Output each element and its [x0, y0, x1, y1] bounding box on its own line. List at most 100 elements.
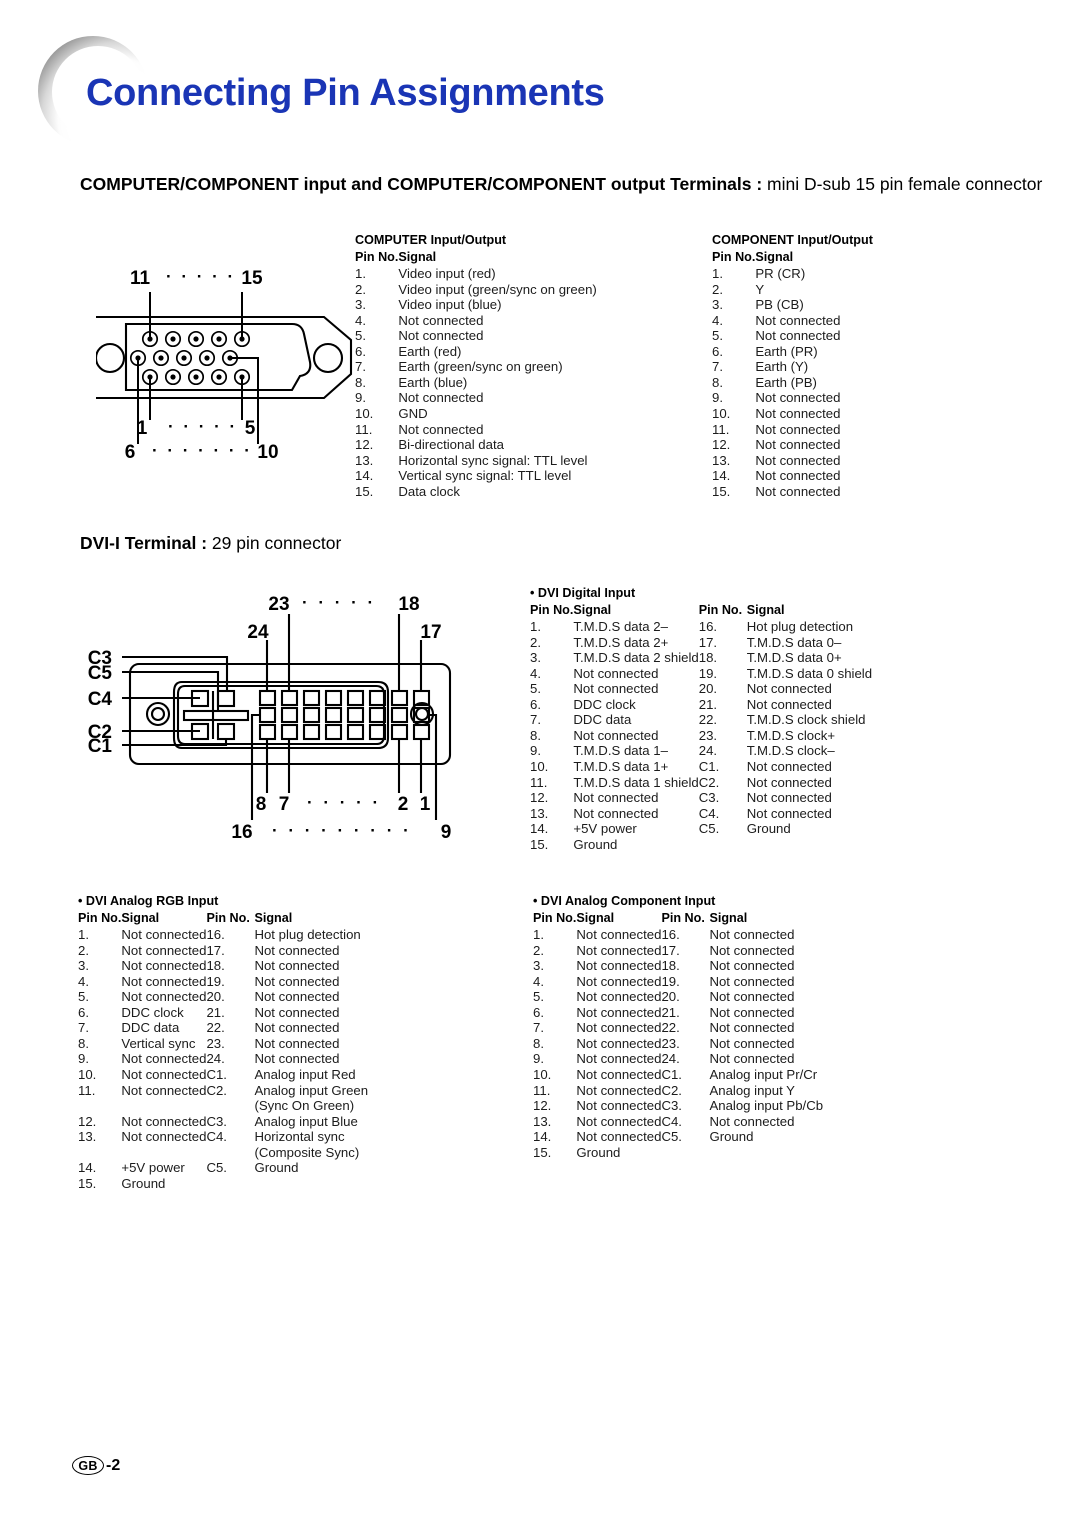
- table-header-row: Pin No. Signal Pin No. Signal: [533, 911, 823, 928]
- dsub-dots-top: · · · · ·: [166, 267, 236, 286]
- cell-signal: Analog input Red: [254, 1067, 356, 1083]
- cell-signal: Not connected: [709, 927, 795, 943]
- section-heading-bold: DVI-I Terminal :: [80, 533, 208, 553]
- cell-signal: T.M.D.S data 1 shield: [573, 774, 699, 790]
- cell-pin-no: 14.: [712, 468, 731, 484]
- cell-pin-no: 12.: [533, 1098, 552, 1114]
- cell-signal: Horizontal sync signal: TTL level: [398, 452, 588, 468]
- cell-signal: Not connected: [573, 727, 659, 743]
- table-row: 8. Earth (PB): [712, 375, 840, 391]
- cell-signal: Not connected: [576, 1020, 662, 1036]
- table-row: 4. Not connected 19. Not connected: [78, 974, 368, 990]
- cell-signal: Not connected: [576, 1067, 662, 1083]
- table-row: 12. Bi-directional data: [355, 437, 597, 453]
- table-row: 5. Not connected: [712, 328, 840, 344]
- cell-pin-no: 21.: [206, 1004, 225, 1020]
- cell-signal: Not connected: [755, 328, 841, 344]
- page-title: Connecting Pin Assignments: [86, 72, 605, 114]
- cell-pin-no: 10.: [533, 1067, 552, 1083]
- header-signal: Signal: [573, 602, 612, 617]
- cell-signal: Ground: [121, 1175, 166, 1191]
- cell-signal: Not connected: [746, 805, 832, 821]
- cell-signal: Horizontal sync: [254, 1129, 345, 1145]
- table-row: 14. Not connected C5. Ground: [533, 1129, 823, 1145]
- table-body: 1. T.M.D.S data 2– 16. Hot plug detection 2.…: [530, 619, 872, 852]
- cell-pin-no: 3.: [533, 958, 544, 974]
- cell-signal: Not connected: [709, 1020, 795, 1036]
- table-row: 3. T.M.D.S data 2 shield 18. T.M.D.S data 0…: [530, 650, 872, 666]
- cell-signal: Not connected: [709, 1035, 795, 1051]
- cell-signal: Vertical sync: [121, 1035, 196, 1051]
- cell-pin-no: 12.: [530, 790, 549, 806]
- cell-pin-no: 5.: [78, 989, 89, 1005]
- cell-pin-no: 4.: [530, 665, 541, 681]
- d-sub-15-svg: 11 15 1 5 6 10 · · · · · · · · · · · · ·…: [96, 267, 353, 462]
- dvi-label-8: 8: [256, 794, 267, 815]
- cell-pin-no: 8.: [712, 374, 723, 390]
- dvi-label-18: 18: [398, 594, 419, 615]
- cell-pin-no: 18.: [698, 650, 718, 666]
- dvi-label-c4: C4: [88, 689, 113, 710]
- table-header-row: Pin No. Signal: [355, 250, 597, 267]
- table-row: 1. Video input (red): [355, 266, 597, 282]
- table-row: 10. T.M.D.S data 1+ C1. Not connected: [530, 759, 872, 775]
- table-title: COMPONENT Input/Output: [712, 233, 873, 247]
- section-heading-normal: 29 pin connector: [207, 533, 342, 553]
- cell-pin-no: 2.: [78, 942, 89, 958]
- table-row: 14. Not connected: [712, 468, 840, 484]
- cell-signal: T.M.D.S clock shield: [746, 712, 866, 728]
- cell-pin-no: 22.: [661, 1020, 680, 1036]
- cell-signal: T.M.D.S data 2 shield: [573, 650, 699, 666]
- cell-pin-no: [78, 1145, 121, 1161]
- cell-signal: T.M.D.S data 0–: [746, 634, 842, 650]
- table-dvi-analog-component-input: DVI Analog Component Input Pin No. Signa…: [533, 894, 823, 1160]
- cell-pin-no: C1.: [698, 759, 720, 775]
- cell-signal: Not connected: [121, 958, 207, 974]
- table-row: 10. GND: [355, 406, 597, 422]
- cell-pin-no: 16.: [698, 619, 718, 635]
- cell-signal: PR (CR): [755, 266, 806, 282]
- cell-signal: Not connected: [573, 805, 659, 821]
- table-row: 15. Not connected: [712, 484, 840, 500]
- cell-signal: Video input (green/sync on green): [398, 281, 597, 297]
- cell-signal: Earth (blue): [398, 374, 468, 390]
- table-row: 10. Not connected: [712, 406, 840, 422]
- table-row: 3. PB (CB): [712, 297, 840, 313]
- table-row: 1. T.M.D.S data 2– 16. Hot plug detection: [530, 619, 872, 635]
- cell-pin-no: 6.: [712, 343, 723, 359]
- cell-pin-no: 13.: [533, 1113, 552, 1129]
- table-row: 7. DDC data 22. Not connected: [78, 1020, 368, 1036]
- cell-signal: Not connected: [755, 421, 841, 437]
- cell-pin-no: 22.: [698, 712, 718, 728]
- cell-pin-no: 13.: [530, 805, 549, 821]
- cell-pin-no: 13.: [712, 452, 731, 468]
- cell-pin-no: 16.: [206, 927, 225, 943]
- table-component-input-output: COMPONENT Input/Output Pin No. Signal 1.…: [712, 233, 873, 499]
- cell-pin-no: 7.: [533, 1020, 544, 1036]
- cell-signal: Not connected: [121, 989, 207, 1005]
- cell-pin-no: 14.: [530, 821, 549, 837]
- table-row: 11. Not connected: [712, 422, 840, 438]
- dvi-label-c1: C1: [88, 736, 113, 757]
- cell-pin-no: 1.: [355, 266, 366, 282]
- cell-signal: Not connected: [573, 681, 659, 697]
- table-row: 12. Not connected C3. Analog input Pb/Cb: [533, 1098, 823, 1114]
- cell-pin-no: 1.: [533, 927, 544, 943]
- cell-signal: Video input (blue): [398, 297, 502, 313]
- cell-signal: Not connected: [755, 452, 841, 468]
- cell-pin-no: 11.: [530, 774, 548, 790]
- table-row: 11. Not connected C2. Analog input Green: [78, 1083, 368, 1099]
- table-row: 14. Vertical sync signal: TTL level: [355, 468, 597, 484]
- cell-signal: Earth (PR): [755, 343, 818, 359]
- cell-signal: Not connected: [755, 483, 841, 499]
- dvi-label-24: 24: [247, 622, 269, 643]
- dsub-label-1: 1: [137, 418, 148, 439]
- cell-signal: Hot plug detection: [254, 927, 361, 943]
- dsub-dots-mid: · · · · · · ·: [152, 441, 252, 460]
- cell-pin-no: 23.: [698, 727, 718, 743]
- table-row: 4. Not connected 19. T.M.D.S data 0 shield: [530, 666, 872, 682]
- cell-signal: Ground: [576, 1144, 621, 1160]
- cell-pin-no: 9.: [533, 1051, 544, 1067]
- cell-signal: Not connected: [121, 1067, 207, 1083]
- cell-signal: Not connected: [709, 1051, 795, 1067]
